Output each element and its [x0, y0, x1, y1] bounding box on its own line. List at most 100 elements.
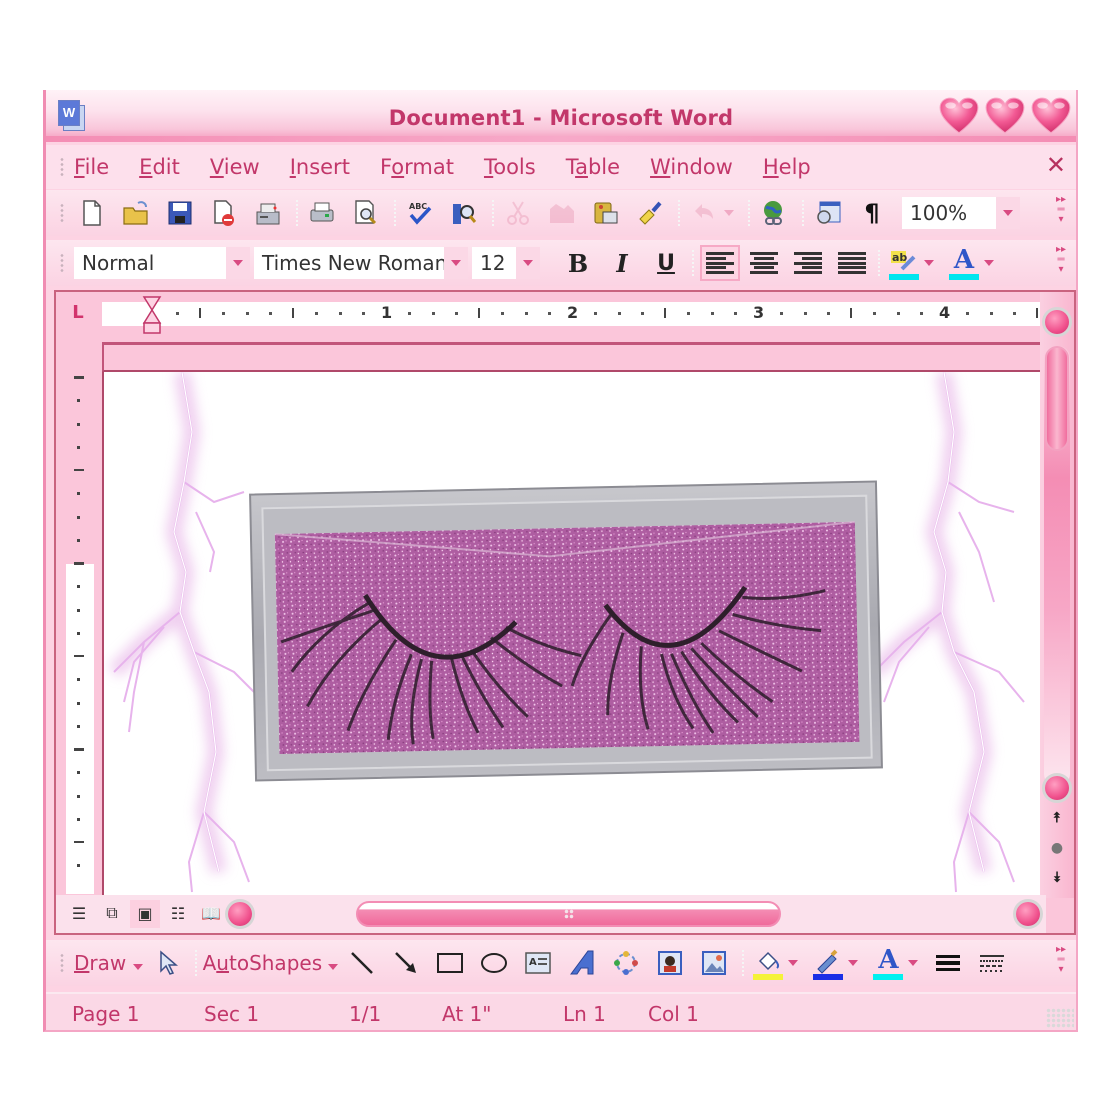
toolbar-options-chevron-icon[interactable]: ▸▸ ═ ▾	[1054, 195, 1068, 231]
close-document-icon[interactable]: ✕	[1046, 151, 1066, 179]
autoshapes-menu-button[interactable]: AutoShapes	[203, 951, 339, 975]
select-objects-button[interactable]	[149, 945, 185, 981]
underline-button[interactable]: U	[646, 245, 686, 281]
insert-clip-art-button[interactable]	[652, 945, 688, 981]
style-dropdown-arrow[interactable]	[226, 247, 250, 279]
resize-grip-handle[interactable]	[1046, 1008, 1074, 1028]
research-button[interactable]	[446, 195, 482, 231]
zoom-dropdown-arrow[interactable]	[996, 197, 1020, 229]
save-button[interactable]	[162, 195, 198, 231]
style-select[interactable]: Normal	[74, 247, 250, 279]
toolbar-grip-handle[interactable]	[60, 203, 64, 223]
tab-selector[interactable]: L	[62, 300, 94, 326]
document-page[interactable]	[102, 372, 1044, 899]
oval-button[interactable]	[476, 945, 512, 981]
bold-button[interactable]: B	[558, 245, 598, 281]
vertical-scroll-thumb[interactable]	[1045, 346, 1069, 451]
show-hide-formatting-button[interactable]: ¶	[854, 195, 890, 231]
web-layout-view-button[interactable]: ⧉	[97, 900, 127, 928]
email-button[interactable]	[250, 195, 286, 231]
rectangle-button[interactable]	[432, 945, 468, 981]
italic-button[interactable]: I	[602, 245, 642, 281]
previous-page-button[interactable]: ⯭	[1050, 810, 1064, 826]
align-right-button[interactable]	[788, 245, 828, 281]
justify-button[interactable]	[832, 245, 872, 281]
scroll-up-button[interactable]	[1045, 310, 1069, 334]
draw-font-color-button[interactable]: A	[870, 945, 906, 981]
close-heart-icon[interactable]	[1030, 96, 1072, 136]
print-layout-view-button[interactable]: ▣	[130, 900, 160, 928]
font-color-dropdown-arrow[interactable]	[984, 260, 994, 266]
center-button[interactable]	[744, 245, 784, 281]
spelling-grammar-button[interactable]: ABC	[402, 195, 438, 231]
align-left-button[interactable]	[700, 245, 740, 281]
zoom-select[interactable]: 100%	[902, 197, 1020, 229]
menu-grip-handle[interactable]	[60, 157, 64, 177]
scroll-down-button[interactable]	[1045, 776, 1069, 800]
highlight-button[interactable]: ab	[886, 245, 922, 281]
menu-tools[interactable]: Tools	[484, 155, 536, 179]
menu-window[interactable]: Window	[650, 155, 733, 179]
insert-diagram-button[interactable]	[608, 945, 644, 981]
maximize-heart-icon[interactable]	[984, 96, 1026, 136]
fill-color-dropdown-arrow[interactable]	[788, 960, 799, 966]
menu-format[interactable]: Format	[380, 155, 454, 179]
cut-button[interactable]	[500, 195, 536, 231]
toolbar-options-chevron-icon[interactable]: ▸▸ ═ ▾	[1054, 245, 1068, 281]
font-select[interactable]: Times New Roman	[254, 247, 468, 279]
menu-file[interactable]: File	[74, 155, 109, 179]
format-painter-button[interactable]	[632, 195, 668, 231]
line-color-button[interactable]	[810, 945, 846, 981]
draw-menu-button[interactable]: Draw	[74, 951, 143, 975]
font-size-dropdown-arrow[interactable]	[516, 247, 540, 279]
paste-button[interactable]	[588, 195, 624, 231]
outline-view-button[interactable]: ☷	[163, 900, 193, 928]
eyelash-case-image[interactable]	[248, 479, 884, 782]
horizontal-scroll-thumb[interactable]	[356, 901, 781, 927]
font-size-select[interactable]: 12	[472, 247, 540, 279]
menu-view[interactable]: View	[210, 155, 260, 179]
insert-wordart-button[interactable]	[564, 945, 600, 981]
horizontal-ruler[interactable]: 1 2 3 4	[102, 302, 1042, 326]
menu-edit[interactable]: Edit	[139, 155, 180, 179]
permission-button[interactable]	[206, 195, 242, 231]
line-style-button[interactable]	[930, 945, 966, 981]
arrow-button[interactable]	[388, 945, 424, 981]
open-button[interactable]	[118, 195, 154, 231]
new-document-button[interactable]	[74, 195, 110, 231]
menu-table[interactable]: Table	[566, 155, 620, 179]
toolbar-options-chevron-icon[interactable]: ▸▸ ═ ▾	[1054, 945, 1068, 981]
toolbar-grip-handle[interactable]	[60, 953, 64, 973]
line-button[interactable]	[344, 945, 380, 981]
insert-hyperlink-button[interactable]	[756, 195, 792, 231]
select-browse-object-button[interactable]: ●	[1050, 840, 1064, 856]
next-page-button[interactable]: ⯯	[1050, 870, 1064, 886]
draw-font-color-dropdown-arrow[interactable]	[908, 960, 919, 966]
dash-style-button[interactable]	[974, 945, 1010, 981]
font-color-button[interactable]: A	[946, 245, 982, 281]
vertical-scrollbar[interactable]: ⯭ ● ⯯	[1040, 292, 1074, 898]
text-box-button[interactable]: A	[520, 945, 556, 981]
menu-help[interactable]: Help	[763, 155, 811, 179]
copy-button[interactable]	[544, 195, 580, 231]
minimize-heart-icon[interactable]	[938, 96, 980, 136]
insert-picture-button[interactable]	[696, 945, 732, 981]
print-preview-button[interactable]	[348, 195, 384, 231]
font-dropdown-arrow[interactable]	[444, 247, 468, 279]
vertical-ruler[interactable]	[66, 372, 94, 894]
title-bar[interactable]: W Document1 - Microsoft Word	[46, 90, 1076, 142]
normal-view-button[interactable]: ☰	[64, 900, 94, 928]
reading-layout-view-button[interactable]: 📖	[196, 900, 226, 928]
toolbar-grip-handle[interactable]	[60, 253, 64, 273]
scroll-left-button[interactable]	[228, 902, 252, 926]
menu-insert[interactable]: Insert	[290, 155, 350, 179]
highlight-dropdown-arrow[interactable]	[924, 260, 934, 266]
fill-color-button[interactable]	[750, 945, 786, 981]
document-map-button[interactable]	[810, 195, 846, 231]
indent-marker-icon[interactable]	[142, 296, 162, 334]
line-color-dropdown-arrow[interactable]	[848, 960, 859, 966]
undo-dropdown-arrow[interactable]	[724, 210, 734, 216]
scroll-right-button[interactable]	[1016, 902, 1040, 926]
print-button[interactable]	[304, 195, 340, 231]
undo-button[interactable]	[686, 195, 722, 231]
